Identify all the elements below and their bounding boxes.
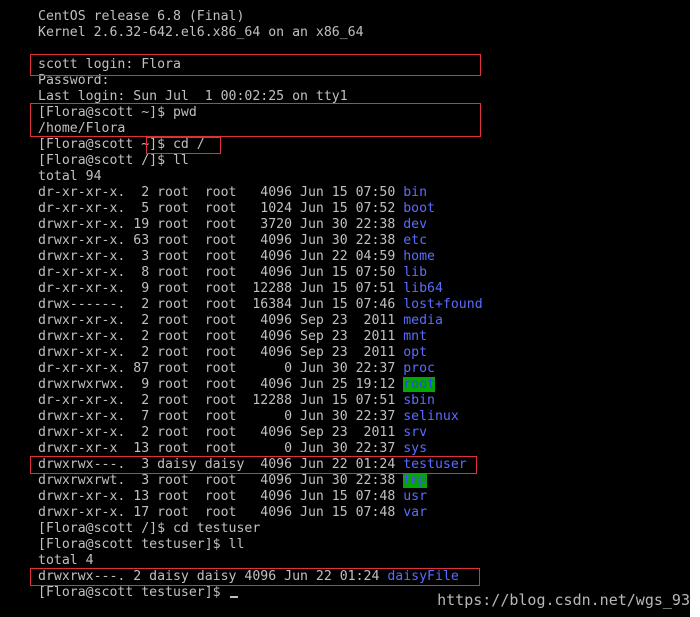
root-row-meta: drwxr-xr-x. 19 root root 3720 Jun 30 22:… <box>38 217 404 232</box>
root-row: drwxr-xr-x. 13 root root 4096 Jun 15 07:… <box>38 489 483 505</box>
total-root-line: total 94 <box>38 169 102 184</box>
root-row: drwxr-xr-x. 2 root root 4096 Sep 23 2011… <box>38 345 483 361</box>
last-login-line: Last login: Sun Jul 1 00:02:25 on tty1 <box>38 89 348 104</box>
root-row: drwx------. 2 root root 16384 Jun 15 07:… <box>38 297 483 313</box>
terminal-screen: CentOS release 6.8 (Final) Kernel 2.6.32… <box>38 9 483 601</box>
root-row: drwxr-xr-x. 3 root root 4096 Jun 22 04:5… <box>38 249 483 265</box>
root-row: dr-xr-xr-x. 87 root root 0 Jun 30 22:37 … <box>38 361 483 377</box>
root-row: drwxr-xr-x. 7 root root 0 Jun 30 22:37 s… <box>38 409 483 425</box>
dir-name-root: root <box>403 377 435 392</box>
testuser-row-meta: drwxrwx---. 2 daisy daisy 4096 Jun 22 01… <box>38 569 388 584</box>
root-row-meta: dr-xr-xr-x. 8 root root 4096 Jun 15 07:5… <box>38 265 404 280</box>
root-row: dr-xr-xr-x. 2 root root 12288 Jun 15 07:… <box>38 393 483 409</box>
root-row-meta: drwxr-xr-x. 7 root root 0 Jun 30 22:37 <box>38 409 404 424</box>
root-row-meta: drwxr-xr-x. 2 root root 4096 Sep 23 2011 <box>38 329 404 344</box>
watermark: https://blog.csdn.net/wgs_93 <box>437 591 690 609</box>
root-row-meta: drwxr-xr-x 13 root root 0 Jun 30 22:37 <box>38 441 404 456</box>
dir-name-lib64: lib64 <box>403 281 443 296</box>
login-line: scott login: Flora <box>38 57 181 72</box>
root-row: drwxr-xr-x. 2 root root 4096 Sep 23 2011… <box>38 425 483 441</box>
root-row-meta: drwxr-xr-x. 13 root root 4096 Jun 15 07:… <box>38 489 404 504</box>
root-row-meta: drwxr-xr-x. 2 root root 4096 Sep 23 2011 <box>38 345 404 360</box>
password-line: Password: <box>38 73 110 88</box>
dir-name-opt: opt <box>403 345 428 360</box>
cd-root-command: [Flora@scott ~]$ cd / <box>38 137 205 152</box>
root-row-meta: drwxr-xr-x. 17 root root 4096 Jun 15 07:… <box>38 505 404 520</box>
root-row-meta: dr-xr-xr-x. 2 root root 4096 Jun 15 07:5… <box>38 185 404 200</box>
root-row: drwxr-xr-x. 63 root root 4096 Jun 30 22:… <box>38 233 483 249</box>
root-row: dr-xr-xr-x. 2 root root 4096 Jun 15 07:5… <box>38 185 483 201</box>
testuser-directory-listing: drwxrwx---. 2 daisy daisy 4096 Jun 22 01… <box>38 569 483 585</box>
dir-name-proc: proc <box>403 361 435 376</box>
dir-name-dev: dev <box>403 217 428 232</box>
kernel-line: Kernel 2.6.32-642.el6.x86_64 on an x86_6… <box>38 25 364 40</box>
pwd-command: [Flora@scott ~]$ pwd <box>38 105 197 120</box>
ll-command: [Flora@scott /]$ ll <box>38 153 189 168</box>
root-row-meta: dr-xr-xr-x. 9 root root 12288 Jun 15 07:… <box>38 281 404 296</box>
dir-name-media: media <box>403 313 443 328</box>
root-row-meta: drwxr-xr-x. 2 root root 4096 Sep 23 2011 <box>38 313 404 328</box>
dir-name-home: home <box>403 249 435 264</box>
root-row: drwxr-xr-x 13 root root 0 Jun 30 22:37 s… <box>38 441 483 457</box>
root-row-meta: drwxr-xr-x. 63 root root 4096 Jun 30 22:… <box>38 233 404 248</box>
testuser-row: drwxrwx---. 2 daisy daisy 4096 Jun 22 01… <box>38 569 483 585</box>
root-directory-listing: dr-xr-xr-x. 2 root root 4096 Jun 15 07:5… <box>38 185 483 521</box>
dir-name-mnt: mnt <box>403 329 428 344</box>
ll-testuser-command: [Flora@scott testuser]$ ll <box>38 537 245 552</box>
final-prompt: [Flora@scott testuser]$ <box>38 585 229 600</box>
dir-name-sys: sys <box>403 441 428 456</box>
release-line: CentOS release 6.8 (Final) <box>38 9 245 24</box>
root-row-meta: drwxr-xr-x. 2 root root 4096 Sep 23 2011 <box>38 425 404 440</box>
cd-testuser-command: [Flora@scott /]$ cd testuser <box>38 521 261 536</box>
root-row: dr-xr-xr-x. 5 root root 1024 Jun 15 07:5… <box>38 201 483 217</box>
root-row: drwxr-xr-x. 19 root root 3720 Jun 30 22:… <box>38 217 483 233</box>
root-row-meta: drwxrwx---. 3 daisy daisy 4096 Jun 22 01… <box>38 457 404 472</box>
dir-name-selinux: selinux <box>403 409 459 424</box>
root-row-meta: drwxr-xr-x. 3 root root 4096 Jun 22 04:5… <box>38 249 404 264</box>
total-testuser-line: total 4 <box>38 553 94 568</box>
root-row: drwxrwxrwt. 3 root root 4096 Jun 30 22:3… <box>38 473 483 489</box>
root-row-meta: dr-xr-xr-x. 2 root root 12288 Jun 15 07:… <box>38 393 404 408</box>
root-row-meta: dr-xr-xr-x. 87 root root 0 Jun 30 22:37 <box>38 361 404 376</box>
dir-name-boot: boot <box>403 201 435 216</box>
root-row: drwxrwx---. 3 daisy daisy 4096 Jun 22 01… <box>38 457 483 473</box>
dir-name-testuser: testuser <box>403 457 467 472</box>
root-row-meta: drwxrwxrwx. 9 root root 4096 Jun 25 19:1… <box>38 377 404 392</box>
root-row: drwxrwxrwx. 9 root root 4096 Jun 25 19:1… <box>38 377 483 393</box>
root-row-meta: drwx------. 2 root root 16384 Jun 15 07:… <box>38 297 404 312</box>
root-row-meta: dr-xr-xr-x. 5 root root 1024 Jun 15 07:5… <box>38 201 404 216</box>
dir-name-bin: bin <box>403 185 428 200</box>
dir-name-lost-found: lost+found <box>403 297 483 312</box>
dir-name-usr: usr <box>403 489 428 504</box>
root-row: drwxr-xr-x. 2 root root 4096 Sep 23 2011… <box>38 313 483 329</box>
root-row: dr-xr-xr-x. 8 root root 4096 Jun 15 07:5… <box>38 265 483 281</box>
pwd-output: /home/Flora <box>38 121 126 136</box>
root-row: dr-xr-xr-x. 9 root root 12288 Jun 15 07:… <box>38 281 483 297</box>
dir-name-lib: lib <box>403 265 428 280</box>
dir-name-srv: srv <box>403 425 428 440</box>
dir-name-var: var <box>403 505 428 520</box>
final-prompt-line[interactable]: [Flora@scott testuser]$ <box>38 585 483 601</box>
dir-name-sbin: sbin <box>403 393 435 408</box>
terminal-window[interactable]: CentOS release 6.8 (Final) Kernel 2.6.32… <box>0 0 690 617</box>
dir-name-tmp: tmp <box>403 473 428 488</box>
root-row: drwxr-xr-x. 2 root root 4096 Sep 23 2011… <box>38 329 483 345</box>
root-row: drwxr-xr-x. 17 root root 4096 Jun 15 07:… <box>38 505 483 521</box>
cursor-icon <box>229 596 238 598</box>
root-row-meta: drwxrwxrwt. 3 root root 4096 Jun 30 22:3… <box>38 473 404 488</box>
dir-name-etc: etc <box>403 233 428 248</box>
dir-name-daisyFile: daisyFile <box>387 569 459 584</box>
